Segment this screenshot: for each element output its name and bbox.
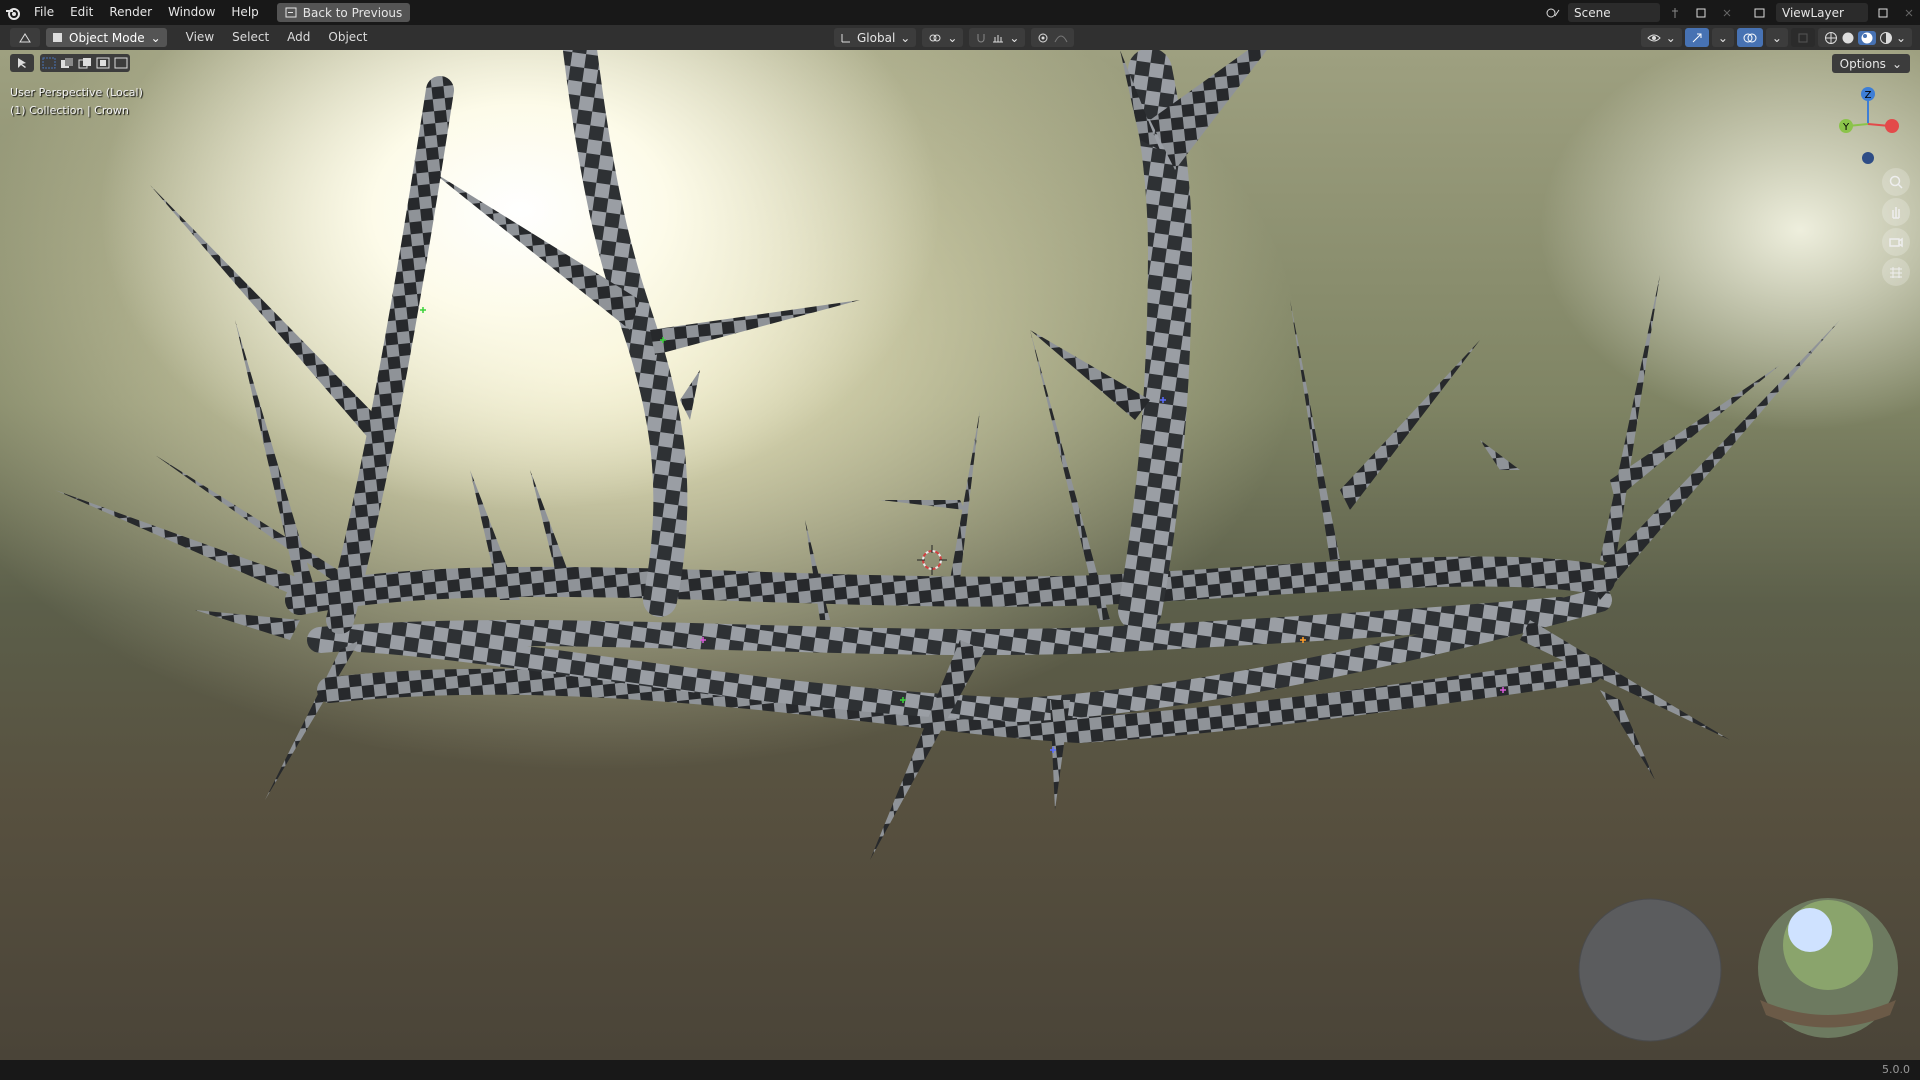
close-scene-icon[interactable] [1716,3,1738,22]
transform-orientation-label: Global [857,30,896,45]
camera-icon[interactable] [1882,228,1910,256]
solid-shading-icon[interactable] [1841,31,1855,45]
falloff-icon [1054,32,1068,44]
menu-view[interactable]: View [177,25,223,50]
wireframe-shading-icon[interactable] [1824,31,1838,45]
select-intersect-icon[interactable] [114,57,128,69]
scene-field[interactable]: Scene [1568,3,1660,22]
new-scene-icon[interactable] [1690,3,1712,22]
options-label: Options [1839,56,1886,71]
menu-add[interactable]: Add [278,25,319,50]
back-to-previous-button[interactable]: Back to Previous [276,3,411,22]
select-extend-icon[interactable] [60,57,74,69]
viewport-collection-label: (1) Collection | Crown [10,104,129,117]
select-invert-icon[interactable] [96,57,110,69]
gizmo-x-axis [1885,119,1899,133]
gizmo-toggle[interactable] [1684,28,1709,47]
chevron-down-icon[interactable]: ⌄ [1896,31,1906,45]
3d-cursor-icon [917,545,947,575]
gizmo-y-label: Y [1842,122,1850,133]
matcap-sphere [1579,899,1721,1041]
crown-of-thorns-model [55,50,1898,1042]
transform-orientation-dropdown[interactable]: Global ⌄ [834,28,917,47]
chevron-down-icon: ⌄ [1665,30,1676,45]
cursor-icon [16,57,28,69]
3d-viewport[interactable] [0,50,1920,1060]
menu-window[interactable]: Window [160,0,223,25]
menu-edit[interactable]: Edit [62,0,101,25]
top-menu-bar: File Edit Render Window Help Back to Pre… [0,0,1920,25]
pivot-point-dropdown[interactable]: ⌄ [922,28,964,47]
proportional-icon [1037,32,1049,44]
menu-object[interactable]: Object [319,25,376,50]
navigation-gizmo[interactable]: Z Y [1830,84,1910,164]
object-mode-icon [52,32,63,43]
menu-file[interactable]: File [26,0,62,25]
back-icon [285,7,297,18]
xray-icon [1797,32,1809,44]
zoom-icon[interactable] [1882,168,1910,196]
transform-tools: Global ⌄ ⌄ ⌄ [834,28,1075,47]
overlay-toggle[interactable] [1736,28,1763,47]
close-view-layer-icon[interactable] [1898,3,1920,22]
back-to-previous-label: Back to Previous [302,5,403,20]
snap-icon [975,32,987,44]
menu-select[interactable]: Select [223,25,278,50]
viewport-shading-group: ⌄ [1817,28,1912,47]
chevron-down-icon: ⌄ [947,30,958,45]
rendered-shading-icon[interactable] [1879,31,1893,45]
snap-dropdown[interactable]: ⌄ [969,28,1026,47]
version-label: 5.0.0 [1882,1063,1910,1076]
global-orientation-icon [840,32,852,44]
xray-toggle[interactable] [1790,28,1815,47]
select-mode-group [40,54,130,72]
scene-icon[interactable] [1542,3,1564,22]
chevron-down-icon: ⌄ [1891,56,1902,71]
cursor-tool-button[interactable] [10,54,34,72]
pin-icon[interactable] [1664,3,1686,22]
chevron-down-icon: ⌄ [1717,30,1728,45]
view-layer-field[interactable]: ViewLayer [1776,3,1868,22]
overlay-icon [1743,32,1757,44]
new-view-layer-icon[interactable] [1872,3,1894,22]
chevron-down-icon: ⌄ [150,30,161,45]
pan-icon[interactable] [1882,198,1910,226]
status-bar: 5.0.0 [0,1060,1920,1080]
select-box-icon[interactable] [42,57,56,69]
viewport-perspective-label: User Perspective (Local) [10,86,143,99]
workspace-right-controls: Scene ViewLayer [1542,0,1920,25]
chevron-down-icon: ⌄ [900,30,911,45]
select-subtract-icon[interactable] [78,57,92,69]
editor-type-icon [18,32,32,44]
object-mode-label: Object Mode [69,30,145,45]
object-mode-dropdown[interactable]: Object Mode ⌄ [46,28,167,47]
menu-help[interactable]: Help [223,0,266,25]
visibility-dropdown[interactable]: ⌄ [1640,28,1682,47]
eye-icon [1647,32,1661,44]
gizmo-icon [1691,32,1703,44]
snap-increment-icon [992,32,1004,44]
chevron-down-icon: ⌄ [1009,30,1020,45]
overlay-dropdown[interactable]: ⌄ [1765,28,1788,47]
grid-icon[interactable] [1882,258,1910,286]
pivot-icon [928,32,942,44]
menu-render[interactable]: Render [101,0,160,25]
shading-controls: ⌄ ⌄ ⌄ ⌄ [1640,28,1912,47]
blender-logo-icon[interactable] [0,0,26,25]
gizmo-z-label: Z [1865,90,1872,101]
gizmo-dropdown[interactable]: ⌄ [1711,28,1734,47]
view-layer-icon[interactable] [1750,3,1772,22]
proportional-editing-button[interactable] [1031,28,1075,47]
chevron-down-icon: ⌄ [1771,30,1782,45]
view-layer-name: ViewLayer [1782,5,1844,20]
editor-type-button[interactable] [10,28,40,47]
select-tool-row [10,54,130,72]
options-dropdown[interactable]: Options ⌄ [1831,54,1910,73]
scene-name: Scene [1574,5,1611,20]
material-shading-icon[interactable] [1857,30,1876,45]
gizmo-neg-z-axis [1862,152,1874,164]
